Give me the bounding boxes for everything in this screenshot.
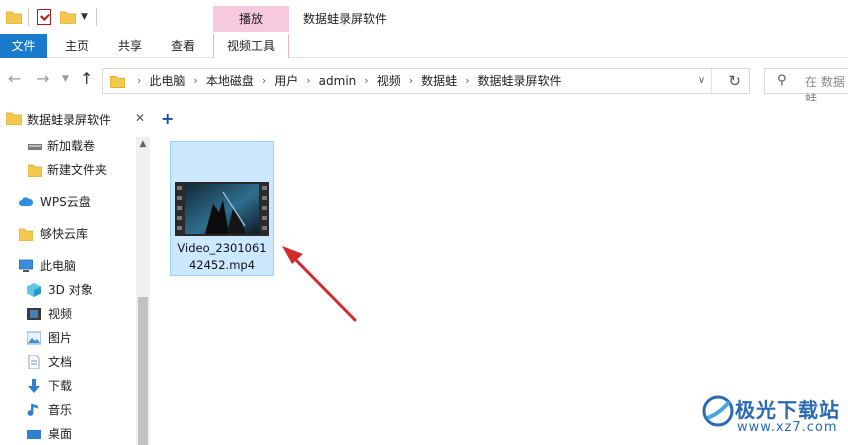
- sidebar-item-label: 桌面: [48, 427, 73, 441]
- tab-file[interactable]: 文件: [0, 34, 47, 58]
- download-icon: [28, 379, 40, 393]
- sidebar-item-this-pc[interactable]: 此电脑: [0, 255, 136, 277]
- address-bar[interactable]: › 此电脑 › 本地磁盘 › 用户 › admin › 视频 › 数据蛙 › 数…: [102, 68, 750, 94]
- sidebar-item-3d-objects[interactable]: 3D 对象: [0, 279, 136, 301]
- divider: [96, 8, 97, 26]
- refresh-icon[interactable]: ↻: [728, 69, 741, 93]
- video-icon: [27, 308, 41, 320]
- scroll-up-icon[interactable]: ▲: [136, 139, 150, 149]
- sidebar-item-label: 够快云库: [40, 227, 89, 241]
- drive-icon: [28, 144, 42, 150]
- sidebar-item-pictures[interactable]: 图片: [0, 327, 136, 349]
- recent-locations-icon[interactable]: ▼: [62, 74, 69, 84]
- tab-play-context[interactable]: 播放: [213, 6, 289, 32]
- sidebar-item-label: WPS云盘: [40, 195, 91, 209]
- scroll-thumb[interactable]: [138, 297, 148, 445]
- folder-icon: [19, 228, 33, 241]
- navigation-pane: 数据蛙录屏软件 ✕ 新加载卷 新建文件夹 WPS云盘 够快云库 此电脑 3D 对…: [0, 101, 151, 445]
- properties-icon[interactable]: [37, 9, 51, 25]
- breadcrumb-item[interactable]: 本地磁盘: [206, 69, 254, 93]
- tab-share[interactable]: 共享: [108, 34, 152, 58]
- nav-header[interactable]: 数据蛙录屏软件 ✕: [0, 105, 151, 133]
- folder-icon: [110, 75, 125, 88]
- chevron-right-icon[interactable]: ›: [262, 69, 266, 93]
- music-icon: [27, 403, 38, 416]
- customize-toolbar-icon[interactable]: ▼: [81, 12, 88, 22]
- watermark-url: www.xz7.com: [737, 420, 838, 435]
- sidebar-item-videos[interactable]: 视频: [0, 303, 136, 325]
- picture-icon: [27, 331, 41, 345]
- document-icon: [28, 355, 40, 369]
- tab-video-tools[interactable]: 视频工具: [213, 34, 289, 58]
- sidebar-item-downloads[interactable]: 下载: [0, 375, 136, 397]
- folder-icon: [6, 112, 22, 125]
- tab-home[interactable]: 主页: [55, 34, 99, 58]
- search-icon: ⚲: [777, 73, 787, 88]
- sidebar-item-label: 此电脑: [40, 259, 77, 273]
- sidebar-item-new-volume[interactable]: 新加载卷: [0, 135, 136, 157]
- cloud-icon: [19, 197, 33, 206]
- sidebar-item-label: 下载: [48, 379, 73, 393]
- sidebar-item-label: 图片: [48, 331, 73, 345]
- chevron-right-icon[interactable]: ›: [409, 69, 413, 93]
- sidebar-item-label: 3D 对象: [48, 283, 93, 297]
- breadcrumb-item[interactable]: 数据蛙录屏软件: [478, 69, 562, 93]
- chevron-right-icon[interactable]: ›: [306, 69, 310, 93]
- cube-icon: [27, 283, 41, 297]
- new-folder-icon[interactable]: [60, 10, 76, 24]
- watermark-brand: 极光下载站: [735, 398, 840, 422]
- sidebar-item-label: 视频: [48, 307, 73, 321]
- folder-icon[interactable]: [6, 10, 22, 24]
- sidebar-item-desktop[interactable]: 桌面: [0, 423, 136, 445]
- close-icon[interactable]: ✕: [135, 111, 145, 125]
- ribbon-tabs: 文件 主页 共享 查看 视频工具: [0, 34, 848, 58]
- back-icon[interactable]: ←: [8, 69, 21, 88]
- chevron-down-icon[interactable]: ∨: [692, 69, 712, 93]
- breadcrumb-item[interactable]: 用户: [274, 69, 298, 93]
- address-row: ← → ▼ ↑ › 此电脑 › 本地磁盘 › 用户 › admin › 视频 ›…: [0, 59, 848, 106]
- up-icon[interactable]: ↑: [80, 69, 93, 88]
- breadcrumb: › 此电脑 › 本地磁盘 › 用户 › admin › 视频 › 数据蛙 › 数…: [129, 69, 562, 93]
- tab-view[interactable]: 查看: [161, 34, 205, 58]
- watermark: 极光下载站 www.xz7.com: [697, 388, 848, 445]
- sidebar-item-new-folder[interactable]: 新建文件夹: [0, 159, 136, 181]
- breadcrumb-item[interactable]: 此电脑: [149, 69, 185, 93]
- nav-header-label: 数据蛙录屏软件: [27, 113, 112, 127]
- chevron-right-icon[interactable]: ›: [137, 69, 141, 93]
- sidebar-item-label: 新建文件夹: [47, 163, 108, 177]
- chevron-right-icon[interactable]: ›: [193, 69, 197, 93]
- breadcrumb-item[interactable]: 视频: [377, 69, 401, 93]
- computer-icon: [19, 259, 33, 272]
- sidebar-item-wps-cloud[interactable]: WPS云盘: [0, 191, 136, 213]
- sidebar-item-music[interactable]: 音乐: [0, 399, 136, 421]
- divider: [28, 8, 29, 26]
- sidebar-item-label: 文档: [48, 355, 73, 369]
- logo-icon: [702, 395, 734, 427]
- chevron-right-icon[interactable]: ›: [364, 69, 368, 93]
- desktop-icon: [27, 430, 41, 439]
- breadcrumb-item[interactable]: 数据蛙: [421, 69, 457, 93]
- sidebar-item-label: 新加载卷: [47, 139, 96, 153]
- forward-icon[interactable]: →: [36, 69, 49, 88]
- title-bar: ▼ 播放 数据蛙录屏软件: [0, 0, 848, 36]
- sidebar-item-documents[interactable]: 文档: [0, 351, 136, 373]
- search-input[interactable]: ⚲ 在 数据蛙: [764, 68, 848, 106]
- sidebar-item-gokuai[interactable]: 够快云库: [0, 223, 136, 245]
- breadcrumb-item[interactable]: admin: [319, 69, 357, 93]
- chevron-right-icon[interactable]: ›: [465, 69, 469, 93]
- folder-icon: [28, 164, 42, 177]
- scrollbar[interactable]: ▲: [136, 137, 150, 445]
- window-title: 数据蛙录屏软件: [303, 12, 388, 26]
- sidebar-item-label: 音乐: [48, 403, 73, 417]
